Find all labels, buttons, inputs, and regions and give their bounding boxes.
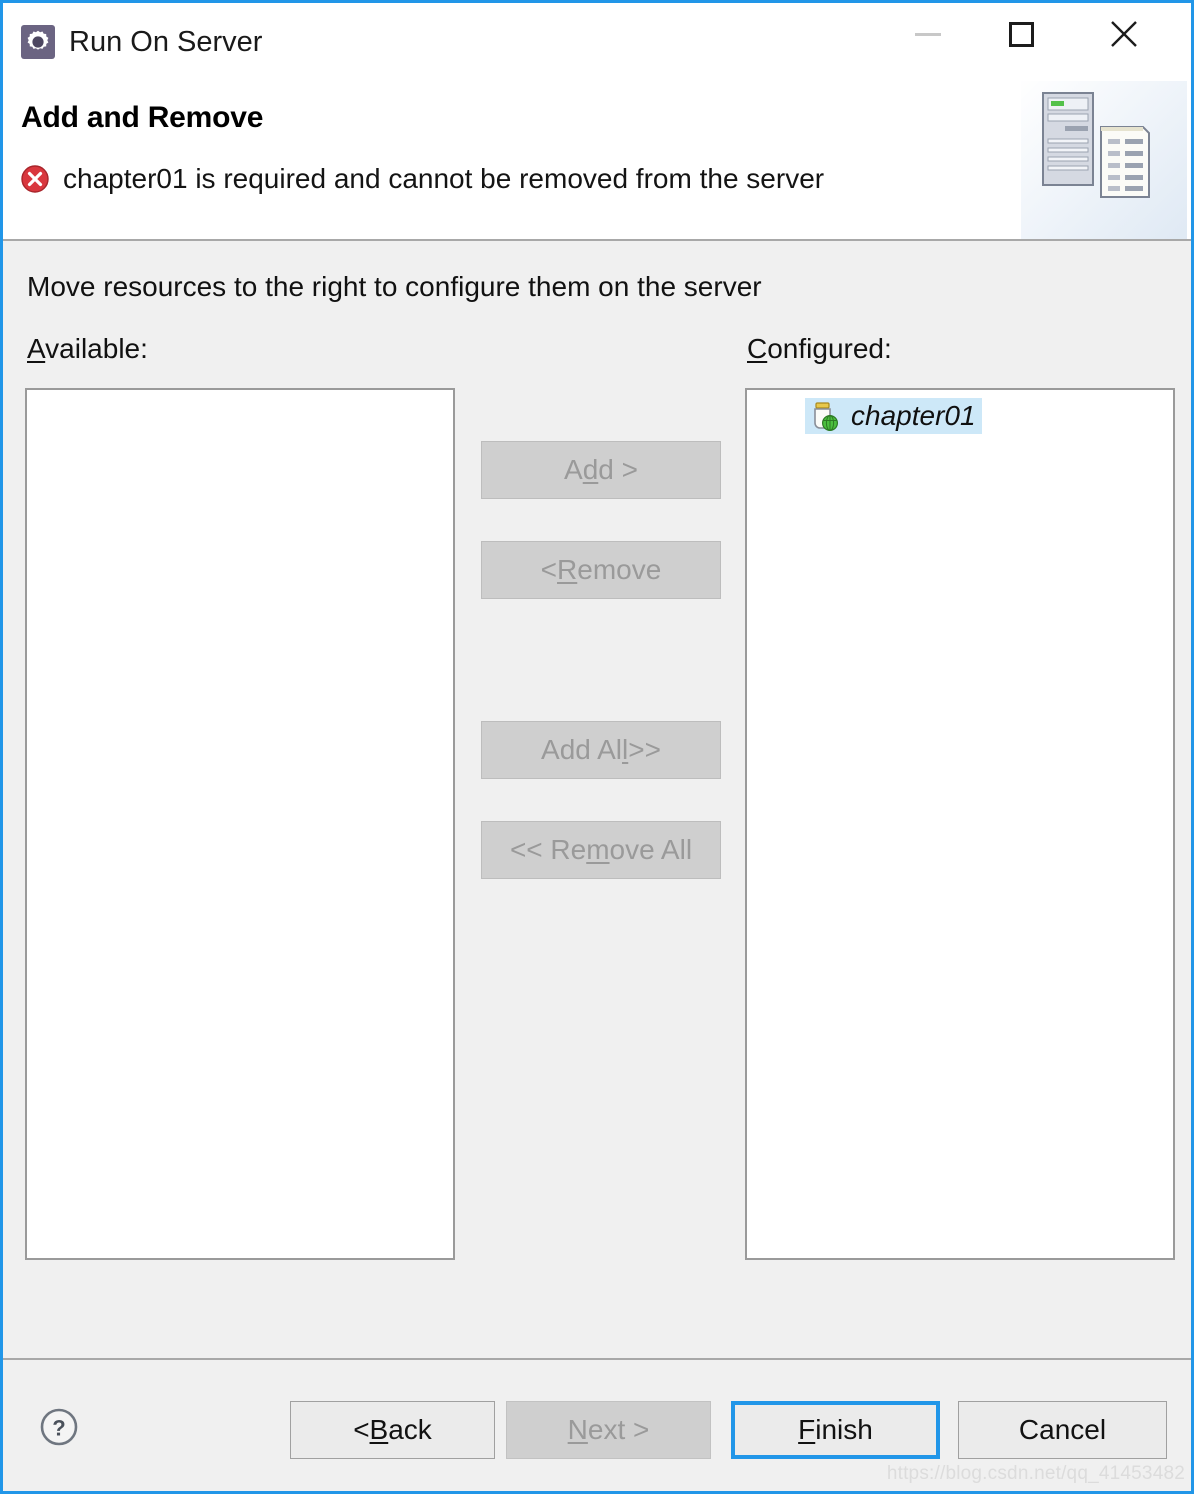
footer-separator [3,1358,1191,1360]
next-mnemonic: N [567,1414,588,1445]
close-icon [1111,21,1137,47]
validation-message: chapter01 is required and cannot be remo… [63,163,825,194]
list-item[interactable]: chapter01 [747,396,1173,436]
available-mnemonic: A [27,333,46,364]
instruction-text: Move resources to the right to configure… [27,271,762,302]
remove-all-mnemonic: m [586,834,610,865]
close-button[interactable] [1087,3,1161,65]
available-label-rest: vailable: [45,333,148,364]
add-label-post: d > [598,454,638,485]
cancel-label: Cancel [1018,1414,1107,1445]
validation-message-row: chapter01 is required and cannot be remo… [21,163,824,195]
header-separator [3,239,1191,241]
list-item-selection[interactable]: chapter01 [805,398,982,434]
back-label-post: ack [388,1414,432,1445]
add-all-button[interactable]: Add Al l >> [481,721,721,779]
add-all-label-pre: Add Al [541,734,622,765]
server-and-document-icon [1021,81,1187,239]
remove-label-post: emove [577,554,662,585]
add-mnemonic: d [582,454,599,485]
finish-label-post: inish [815,1414,873,1445]
minimize-button[interactable] [891,3,965,65]
page-title: Add and Remove [21,101,264,134]
gear-icon [21,25,55,59]
remove-all-button[interactable]: << Re m ove All [481,821,721,879]
configured-label-rest: onfigured: [767,333,892,364]
help-icon[interactable]: ? [39,1407,79,1447]
minimize-icon [915,32,941,36]
error-icon [21,165,49,193]
configured-resources-list[interactable]: chapter01 [745,388,1175,1260]
available-resources-list[interactable] [25,388,455,1260]
title-bar: Run On Server [3,3,1191,81]
back-mnemonic: B [369,1414,389,1445]
wizard-header: Add and Remove chapter01 is required and… [3,81,1191,239]
maximize-button[interactable] [984,3,1058,65]
list-item-label: chapter01 [851,400,976,431]
remove-button[interactable]: < Remove [481,541,721,599]
maximize-icon [1008,21,1034,47]
add-label-pre: A [564,454,583,485]
add-button[interactable]: Add > [481,441,721,499]
next-button[interactable]: Next > [506,1401,711,1459]
finish-button[interactable]: Finish [731,1401,940,1459]
remove-label-pre: < [540,554,558,585]
remove-all-label-pre: << Re [509,834,587,865]
back-label-pre: < [353,1414,370,1445]
back-button[interactable]: < Back [290,1401,495,1459]
finish-mnemonic: F [798,1414,816,1445]
add-all-label-post: >> [628,734,661,765]
run-on-server-dialog: Run On Server Add and Remove chapter01 i… [0,0,1194,1494]
cancel-button[interactable]: Cancel [958,1401,1167,1459]
watermark: https://blog.csdn.net/qq_41453482 [886,1463,1185,1484]
svg-text:?: ? [52,1416,65,1441]
available-label: Available: [27,333,148,365]
configured-mnemonic: C [747,333,768,364]
remove-mnemonic: R [557,554,578,585]
web-project-icon [814,402,839,432]
configured-label: Configured: [747,333,892,365]
window-title: Run On Server [69,25,263,58]
remove-all-label-post: ove All [609,834,693,865]
next-label-post: ext > [587,1414,650,1445]
